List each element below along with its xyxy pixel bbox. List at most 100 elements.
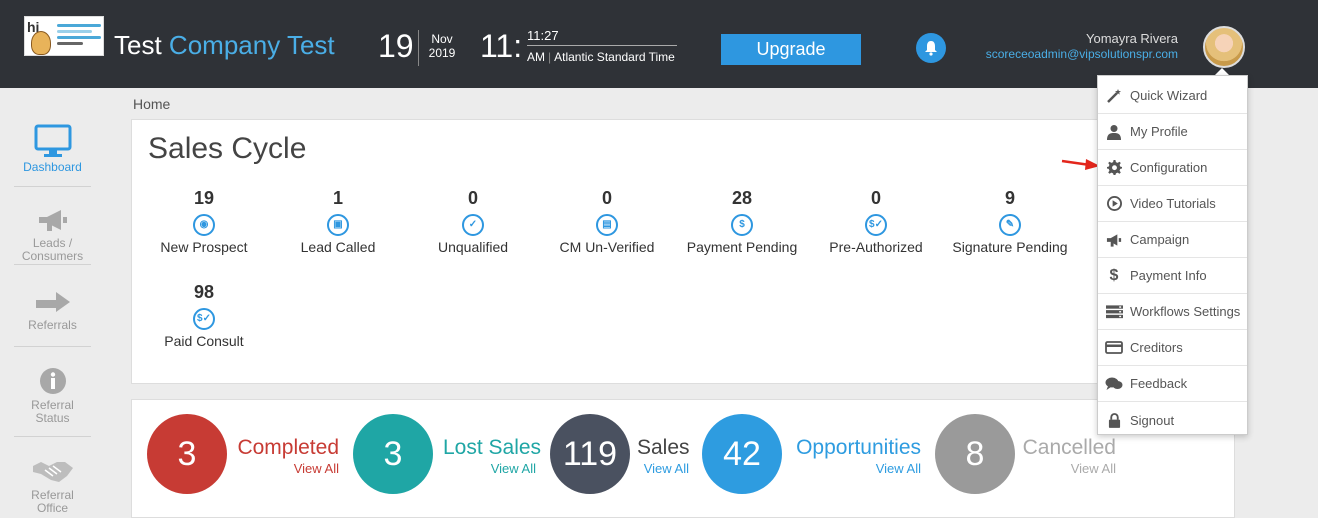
opportunities-label: Opportunities bbox=[796, 436, 921, 459]
sidebar-divider bbox=[14, 346, 91, 347]
stage-count: 0 bbox=[467, 188, 478, 208]
dollar-check-icon: $✓ bbox=[193, 308, 215, 330]
clock-meridiem-timezone: AM | Atlantic Standard Time bbox=[527, 50, 675, 64]
menu-item-my-profile[interactable]: My Profile bbox=[1098, 114, 1247, 150]
clock-ampm: AM bbox=[527, 50, 545, 64]
annotation-arrow-icon bbox=[1061, 159, 1100, 170]
opportunities-count-circle: 42 bbox=[702, 414, 782, 494]
stage-count: 19 bbox=[193, 188, 215, 208]
stage-label: Pre-Authorized bbox=[829, 239, 923, 255]
dollar-icon: $ bbox=[731, 214, 753, 236]
sidebar-item-dashboard[interactable]: Dashboard bbox=[14, 124, 91, 174]
menu-item-workflows-settings[interactable]: Workflows Settings bbox=[1098, 294, 1247, 330]
megaphone-icon: ◉ bbox=[193, 214, 215, 236]
notifications-bell-icon[interactable] bbox=[916, 33, 946, 63]
sidebar-item-referral-status[interactable]: Referral Status bbox=[14, 366, 91, 425]
menu-item-quick-wizard[interactable]: Quick Wizard bbox=[1098, 78, 1247, 114]
stage-lead-called[interactable]: 1 ▣ Lead Called bbox=[268, 188, 408, 255]
cancelled-label: Cancelled bbox=[1022, 436, 1116, 459]
clock-timezone: Atlantic Standard Time bbox=[554, 50, 675, 64]
stage-paid-consult[interactable]: 98 $✓ Paid Consult bbox=[134, 282, 274, 349]
stage-count: 1 bbox=[332, 188, 343, 208]
stage-label: Signature Pending bbox=[952, 239, 1068, 255]
panel-title: Sales Cycle bbox=[148, 132, 307, 165]
user-email[interactable]: scoreceoadmin@vipsolutionspr.com bbox=[986, 47, 1178, 61]
breadcrumb[interactable]: Home bbox=[133, 96, 170, 112]
gear-icon bbox=[1098, 150, 1130, 186]
menu-item-label: My Profile bbox=[1130, 124, 1188, 139]
sidebar-nav: Dashboard Leads / Consumers Referrals Re… bbox=[0, 88, 104, 518]
dollar-check-icon: $✓ bbox=[865, 214, 887, 236]
stage-label: Payment Pending bbox=[686, 239, 798, 255]
clock-divider bbox=[527, 45, 677, 46]
sales-count-circle: 119 bbox=[550, 414, 630, 494]
user-avatar[interactable] bbox=[1203, 26, 1245, 68]
clock-time: 11:27 bbox=[527, 28, 559, 43]
chat-icon: ▣ bbox=[327, 214, 349, 236]
menu-item-label: Quick Wizard bbox=[1130, 88, 1208, 103]
upgrade-button[interactable]: Upgrade bbox=[721, 34, 861, 65]
share-arrow-icon bbox=[35, 292, 70, 312]
user-icon bbox=[1098, 114, 1130, 150]
completed-view-all-link[interactable]: View All bbox=[237, 461, 339, 476]
menu-item-video-tutorials[interactable]: Video Tutorials bbox=[1098, 186, 1247, 222]
date-divider bbox=[418, 30, 419, 66]
menu-item-campaign[interactable]: Campaign bbox=[1098, 222, 1247, 258]
stage-label: Lead Called bbox=[300, 239, 376, 255]
user-name[interactable]: Yomayra Rivera bbox=[1086, 31, 1178, 46]
menu-caret bbox=[1215, 68, 1229, 75]
cancelled-view-all-link[interactable]: View All bbox=[1022, 461, 1116, 476]
company-name-prefix: Test bbox=[114, 30, 162, 60]
sidebar-item-leads[interactable]: Leads / Consumers bbox=[14, 208, 91, 263]
completed-count-circle: 3 bbox=[147, 414, 227, 494]
stage-count: 0 bbox=[870, 188, 881, 208]
sales-summary-panel: 3 Completed View All 3 Lost Sales View A… bbox=[131, 399, 1235, 518]
cancelled-count-circle: 8 bbox=[935, 414, 1015, 494]
date-year: 2019 bbox=[428, 46, 456, 60]
menu-item-label: Workflows Settings bbox=[1130, 304, 1241, 319]
date-month: Nov bbox=[431, 32, 453, 46]
sidebar-divider bbox=[14, 264, 91, 265]
menu-item-label: Video Tutorials bbox=[1130, 196, 1216, 211]
sales-label: Sales bbox=[637, 436, 690, 459]
sidebar-item-label: Referrals bbox=[28, 318, 77, 332]
document-sign-icon: ✎ bbox=[999, 214, 1021, 236]
sidebar-item-label: Leads / Consumers bbox=[21, 236, 84, 263]
sidebar-item-referral-office[interactable]: Referral Office bbox=[14, 458, 91, 515]
sidebar-divider bbox=[14, 186, 91, 187]
stage-label: CM Un-Verified bbox=[559, 239, 655, 255]
menu-item-feedback[interactable]: Feedback bbox=[1098, 366, 1247, 402]
sidebar-item-label: Referral Office bbox=[31, 488, 74, 515]
stage-unqualified[interactable]: 0 ✓ Unqualified bbox=[403, 188, 543, 255]
opportunities-view-all-link[interactable]: View All bbox=[790, 461, 921, 476]
company-name-accent: Company Test bbox=[168, 30, 335, 60]
company-name: Test Company Test bbox=[114, 30, 335, 61]
menu-item-label: Configuration bbox=[1130, 160, 1208, 175]
comments-icon bbox=[1098, 366, 1130, 402]
stage-payment-pending[interactable]: 28 $ Payment Pending bbox=[672, 188, 812, 255]
menu-item-configuration[interactable]: Configuration bbox=[1098, 150, 1247, 186]
check-icon: ✓ bbox=[462, 214, 484, 236]
dollar-icon: $ bbox=[1109, 266, 1119, 284]
logo-text-graphic bbox=[57, 21, 101, 48]
stage-count: 28 bbox=[731, 188, 753, 208]
menu-item-signout[interactable]: Signout bbox=[1098, 402, 1247, 438]
stage-cm-unverified[interactable]: 0 ▤ CM Un-Verified bbox=[537, 188, 677, 255]
lost-sales-count-circle: 3 bbox=[353, 414, 433, 494]
menu-item-payment-info[interactable]: $ Payment Info bbox=[1098, 258, 1247, 294]
logo-avatar-graphic bbox=[31, 31, 51, 55]
stage-pre-authorized[interactable]: 0 $✓ Pre-Authorized bbox=[806, 188, 946, 255]
clock-hour: 11: bbox=[480, 28, 523, 64]
company-logo[interactable]: hi bbox=[24, 16, 104, 56]
megaphone-icon bbox=[38, 210, 67, 231]
menu-item-creditors[interactable]: Creditors bbox=[1098, 330, 1247, 366]
sales-view-all-link[interactable]: View All bbox=[637, 461, 689, 476]
sidebar-item-referrals[interactable]: Referrals bbox=[14, 288, 91, 332]
date-day: 19 bbox=[378, 28, 414, 64]
lost-sales-view-all-link[interactable]: View All bbox=[443, 461, 536, 476]
menu-item-label: Feedback bbox=[1130, 376, 1188, 391]
stage-new-prospect[interactable]: 19 ◉ New Prospect bbox=[134, 188, 274, 255]
stage-signature-pending[interactable]: 9 ✎ Signature Pending bbox=[940, 188, 1080, 255]
sidebar-item-label: Dashboard bbox=[23, 160, 82, 174]
magic-wand-icon bbox=[1098, 78, 1130, 114]
